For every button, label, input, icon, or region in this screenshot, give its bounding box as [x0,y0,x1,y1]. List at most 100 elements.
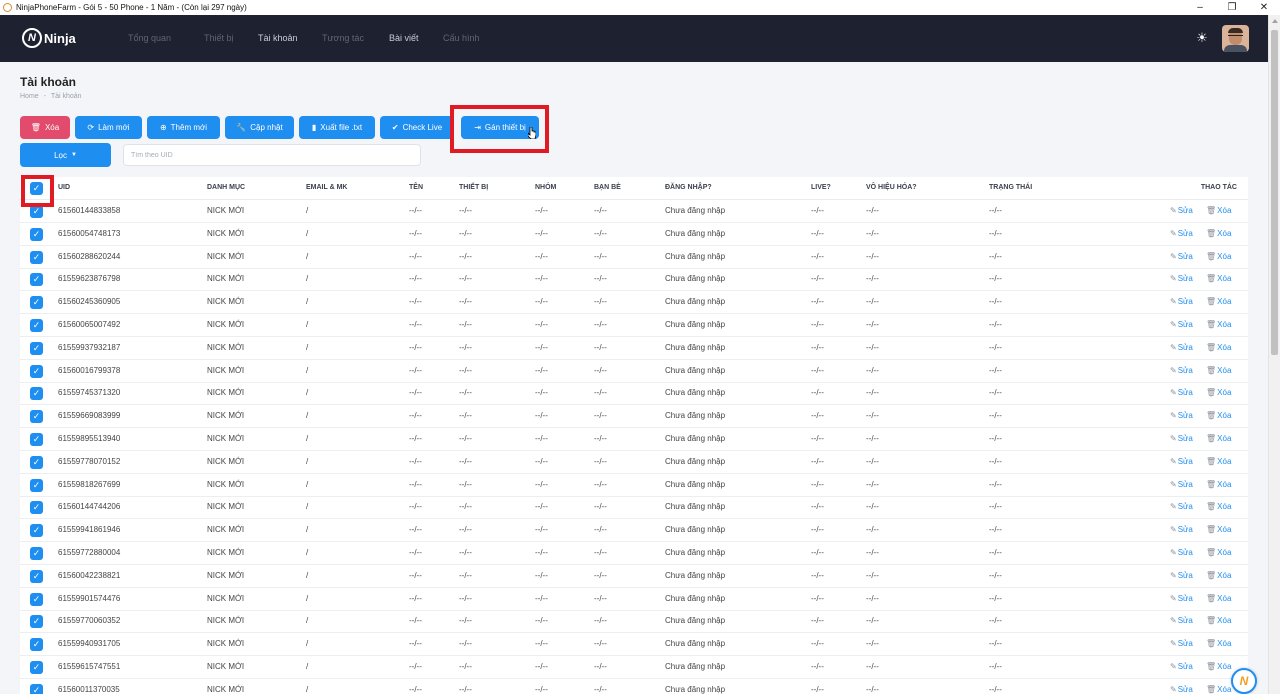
row-checkbox[interactable]: ✓ [30,433,43,446]
row-checkbox[interactable]: ✓ [30,478,43,492]
nav-item-settings[interactable]: Cấu hình [443,33,480,43]
table-row[interactable]: ✓ 61560054748173 NICK MỚI / --/-- --/-- --/-- -… [20,223,1248,246]
table-row[interactable]: ✓ 61560016799378 NICK MỚI / --/-- --/-- --/-- -… [20,360,1248,383]
delete-link[interactable]: 🗑Xóa [1206,594,1231,603]
delete-button[interactable]: 🗑 Xóa [20,116,70,139]
nav-item-overview[interactable]: Tổng quan [128,33,171,43]
nav-item-accounts[interactable]: Tài khoản [258,33,298,43]
delete-link[interactable]: 🗑Xóa [1206,274,1231,283]
header-device[interactable]: THIẾT BỊ [459,184,488,191]
row-checkbox[interactable]: ✓ [30,615,43,629]
close-button[interactable]: ✕ [1248,0,1280,15]
delete-link[interactable]: 🗑Xóa [1206,206,1231,215]
table-row[interactable]: ✓ 61560011370035 NICK MỚI / --/-- --/-- --/-- -… [20,679,1248,694]
edit-link[interactable]: ✎Sửa [1170,320,1193,329]
header-friends[interactable]: BẠN BÈ [594,184,621,191]
add-button[interactable]: ⊕ Thêm mới [147,116,220,139]
table-row[interactable]: ✓ 61560042238821 NICK MỚI / --/-- --/-- --/-- -… [20,565,1248,588]
edit-link[interactable]: ✎Sửa [1170,274,1193,283]
nav-item-interactions[interactable]: Tương tác [322,33,364,43]
row-checkbox[interactable]: ✓ [30,296,43,310]
row-checkbox[interactable]: ✓ [30,250,43,264]
row-checkbox[interactable]: ✓ [30,524,43,538]
refresh-button[interactable]: ⟳ Làm mới [75,116,142,139]
table-row[interactable]: ✓ 61559745371320 NICK MỚI / --/-- --/-- --/-- -… [20,382,1248,406]
header-live[interactable]: LIVE? [811,184,831,191]
edit-link[interactable]: ✎Sửa [1170,685,1193,694]
export-button[interactable]: ▮ Xuất file .txt [299,116,375,139]
edit-link[interactable]: ✎Sửa [1170,388,1193,397]
table-row[interactable]: ✓ 61559669083999 NICK MỚI / --/-- --/-- --/-- -… [20,405,1248,429]
search-uid-input[interactable] [123,144,421,166]
table-row[interactable]: ✓ 61559940931705 NICK MỚI / --/-- --/-- --/-- -… [20,633,1248,657]
row-checkbox[interactable]: ✓ [30,592,43,606]
delete-link[interactable]: 🗑Xóa [1206,229,1231,238]
edit-link[interactable]: ✎Sửa [1170,229,1193,238]
header-login[interactable]: ĐĂNG NHẬP? [665,184,712,191]
header-category[interactable]: DANH MỤC [207,184,245,191]
delete-link[interactable]: 🗑Xóa [1206,297,1231,306]
delete-link[interactable]: 🗑Xóa [1206,616,1231,625]
maximize-button[interactable]: ❐ [1216,0,1248,15]
table-row[interactable]: ✓ 61559901574476 NICK MỚI / --/-- --/-- --/-- -… [20,588,1248,611]
avatar[interactable] [1222,25,1249,52]
row-checkbox[interactable]: ✓ [30,661,43,674]
edit-link[interactable]: ✎Sửa [1170,639,1193,648]
row-checkbox[interactable]: ✓ [30,683,43,694]
row-checkbox[interactable]: ✓ [30,547,43,560]
table-row[interactable]: ✓ 61560144744206 NICK MỚI / --/-- --/-- --/-- -… [20,496,1248,520]
row-checkbox[interactable]: ✓ [30,364,43,378]
delete-link[interactable]: 🗑Xóa [1206,366,1231,375]
edit-link[interactable]: ✎Sửa [1170,457,1193,466]
edit-link[interactable]: ✎Sửa [1170,206,1193,215]
row-checkbox[interactable]: ✓ [30,341,43,355]
breadcrumb-home[interactable]: Home [20,93,39,100]
delete-link[interactable]: 🗑Xóa [1206,662,1231,671]
delete-link[interactable]: 🗑Xóa [1206,639,1231,648]
header-status[interactable]: TRẠNG THÁI [989,184,1032,191]
table-row[interactable]: ✓ 61559772880004 NICK MỚI / --/-- --/-- --/-- -… [20,542,1248,565]
row-checkbox[interactable]: ✓ [30,227,43,241]
edit-link[interactable]: ✎Sửa [1170,502,1193,511]
scrollbar-thumb[interactable] [1271,30,1278,355]
edit-link[interactable]: ✎Sửa [1170,366,1193,375]
row-checkbox[interactable]: ✓ [30,638,43,652]
edit-link[interactable]: ✎Sửa [1170,343,1193,352]
delete-link[interactable]: 🗑Xóa [1206,411,1231,420]
edit-link[interactable]: ✎Sửa [1170,252,1193,261]
edit-link[interactable]: ✎Sửa [1170,594,1193,603]
delete-link[interactable]: 🗑Xóa [1206,685,1231,694]
nav-item-posts[interactable]: Bài viết [389,33,419,43]
edit-link[interactable]: ✎Sửa [1170,411,1193,420]
row-checkbox[interactable]: ✓ [30,455,43,469]
row-checkbox[interactable]: ✓ [30,319,43,332]
nav-item-devices[interactable]: Thiết bị [204,33,234,43]
header-disabled[interactable]: VÔ HIỆU HÓA? [866,184,917,191]
delete-link[interactable]: 🗑Xóa [1206,502,1231,511]
delete-link[interactable]: 🗑Xóa [1206,548,1231,557]
delete-link[interactable]: 🗑Xóa [1206,480,1231,489]
table-row[interactable]: ✓ 61560245360905 NICK MỚI / --/-- --/-- --/-- -… [20,291,1248,315]
scroll-up-icon[interactable] [1272,19,1278,23]
table-row[interactable]: ✓ 61560065007492 NICK MỚI / --/-- --/-- --/-- -… [20,314,1248,337]
header-uid[interactable]: UID [58,184,70,191]
edit-link[interactable]: ✎Sửa [1170,434,1193,443]
row-checkbox[interactable]: ✓ [30,569,43,583]
header-name[interactable]: TÊN [409,184,423,191]
floating-ninja-logo-icon[interactable]: N [1231,668,1257,694]
delete-link[interactable]: 🗑Xóa [1206,343,1231,352]
minimize-button[interactable]: – [1184,0,1216,15]
delete-link[interactable]: 🗑Xóa [1206,252,1231,261]
table-row[interactable]: ✓ 61559895513940 NICK MỚI / --/-- --/-- --/-- -… [20,428,1248,451]
row-checkbox[interactable]: ✓ [30,410,43,424]
table-row[interactable]: ✓ 61559937932187 NICK MỚI / --/-- --/-- --/-- -… [20,337,1248,360]
edit-link[interactable]: ✎Sửa [1170,480,1193,489]
row-checkbox[interactable]: ✓ [30,387,43,401]
row-checkbox[interactable]: ✓ [30,273,43,287]
delete-link[interactable]: 🗑Xóa [1206,457,1231,466]
edit-link[interactable]: ✎Sửa [1170,571,1193,580]
table-row[interactable]: ✓ 61559818267699 NICK MỚI / --/-- --/-- --/-- -… [20,474,1248,497]
edit-link[interactable]: ✎Sửa [1170,616,1193,625]
table-row[interactable]: ✓ 61559941861946 NICK MỚI / --/-- --/-- --/-- -… [20,519,1248,543]
delete-link[interactable]: 🗑Xóa [1206,571,1231,580]
